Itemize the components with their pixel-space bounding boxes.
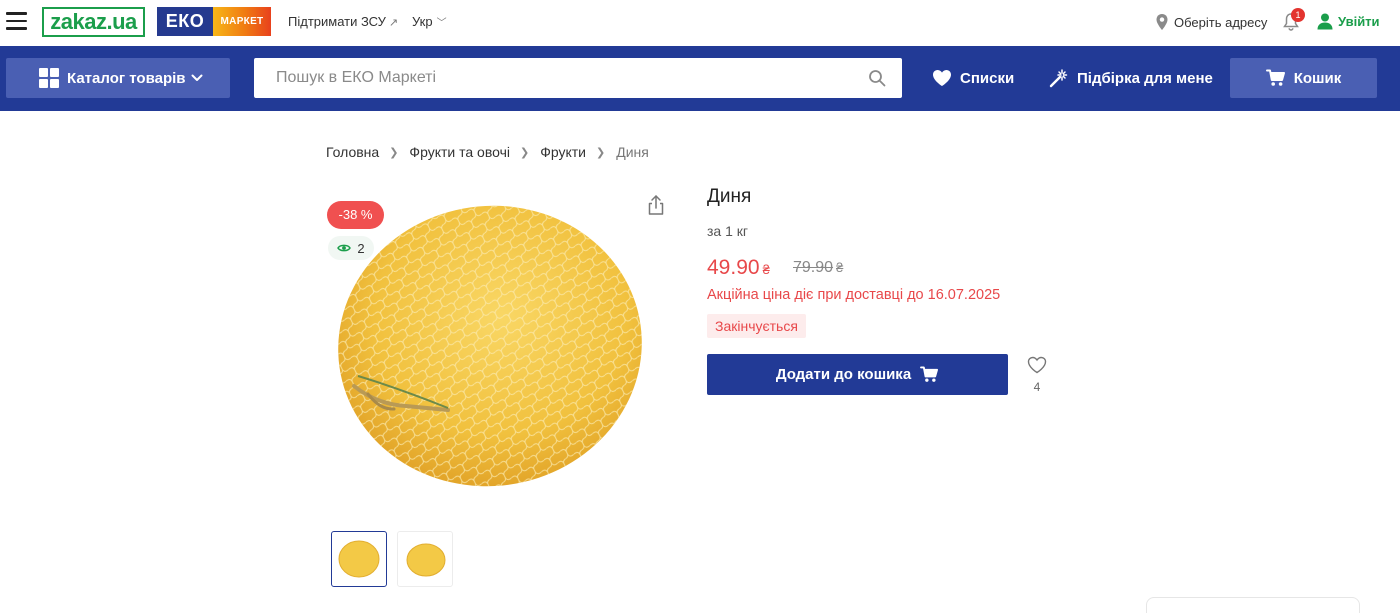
support-link[interactable]: Підтримати ЗСУ ↗ (288, 14, 398, 29)
user-icon (1317, 13, 1333, 30)
product-title: Диня (707, 186, 752, 207)
views-count: 2 (357, 240, 365, 256)
product-image[interactable] (328, 196, 648, 496)
address-selector[interactable]: Оберіть адресу (1154, 12, 1267, 32)
main-nav-bar: Каталог товарів Списки Підбірка для мене (0, 46, 1400, 111)
login-button[interactable]: Увійти (1316, 12, 1380, 30)
lists-label: Списки (960, 69, 1015, 87)
product-thumbnail[interactable] (331, 531, 387, 587)
add-to-cart-label: Додати до кошика (775, 366, 912, 383)
share-icon[interactable] (646, 194, 666, 216)
search-icon[interactable] (868, 69, 886, 87)
currency-symbol: ₴ (762, 262, 770, 277)
support-link-label: Підтримати ЗСУ (288, 14, 386, 29)
breadcrumb-item-fruits[interactable]: Фрукти (540, 144, 586, 160)
discount-badge: -38 % (327, 201, 384, 229)
current-price: 49.90 ₴ (707, 256, 770, 280)
zakaz-logo[interactable]: zakaz.ua (42, 7, 145, 37)
chevron-right-icon: ❯ (596, 146, 606, 159)
eko-market-logo[interactable]: ЕКО МАРКЕТ (157, 7, 271, 36)
top-bar: zakaz.ua ЕКО МАРКЕТ Підтримати ЗСУ ↗ Укр ﹀… (0, 0, 1400, 46)
cart-button[interactable]: Кошик (1230, 58, 1377, 98)
stock-badge: Закінчується (707, 314, 806, 338)
product-unit: за 1 кг (707, 223, 749, 239)
old-price: 79.90 ₴ (793, 259, 843, 277)
favorites-count: 4 (1033, 380, 1041, 394)
language-label: Укр (412, 14, 433, 29)
melon-thumbnail-image (406, 543, 446, 577)
promo-notice: Акційна ціна діє при доставці до 16.07.2… (707, 287, 1001, 303)
chevron-down-icon: ﹀ (436, 18, 447, 29)
melon-thumbnail-image (338, 540, 380, 578)
currency-symbol: ₴ (836, 260, 844, 275)
eye-icon (337, 244, 352, 252)
lists-link[interactable]: Списки (932, 58, 1014, 98)
login-label: Увійти (1338, 13, 1380, 29)
eko-logo-text: ЕКО (157, 7, 213, 36)
heart-outline-icon (1027, 356, 1047, 374)
breadcrumb: Головна ❯ Фрукти та овочі ❯ Фрукти ❯ Дин… (326, 144, 649, 160)
magic-wand-icon (1049, 69, 1068, 88)
search-input[interactable] (254, 58, 844, 98)
old-price-value: 79.90 (793, 259, 834, 276)
catalog-label: Каталог товарів (67, 69, 186, 87)
breadcrumb-current: Диня (616, 144, 649, 160)
catalog-button[interactable]: Каталог товарів (6, 58, 230, 98)
external-link-icon: ↗ (388, 17, 399, 29)
menu-icon[interactable] (6, 12, 27, 30)
chevron-down-icon (191, 74, 203, 81)
cart-label: Кошик (1293, 69, 1342, 87)
search-bar (254, 58, 902, 98)
notification-badge: 1 (1291, 8, 1305, 22)
cart-icon (920, 366, 939, 382)
chevron-right-icon: ❯ (519, 146, 530, 159)
language-selector[interactable]: Укр ﹀ (412, 14, 447, 29)
favorite-button[interactable]: 4 (1026, 356, 1048, 396)
grid-icon (39, 68, 59, 88)
product-thumbnail[interactable] (397, 531, 453, 587)
notifications-button[interactable]: 1 (1282, 8, 1305, 32)
breadcrumb-item-fruits-vegetables[interactable]: Фрукти та овочі (409, 144, 510, 160)
chevron-right-icon: ❯ (389, 146, 399, 159)
location-pin-icon (1156, 14, 1168, 30)
floating-widget[interactable] (1146, 597, 1360, 613)
breadcrumb-item-home[interactable]: Головна (326, 144, 379, 160)
market-logo-text: МАРКЕТ (213, 7, 271, 36)
current-price-value: 49.90 (707, 256, 760, 279)
add-to-cart-button[interactable]: Додати до кошика (707, 354, 1008, 395)
cart-icon (1265, 69, 1285, 86)
picks-link[interactable]: Підбірка для мене (1049, 58, 1213, 98)
picks-label: Підбірка для мене (1077, 69, 1213, 87)
heart-icon (933, 70, 951, 86)
views-badge: 2 (328, 236, 374, 260)
address-label: Оберіть адресу (1174, 14, 1268, 30)
